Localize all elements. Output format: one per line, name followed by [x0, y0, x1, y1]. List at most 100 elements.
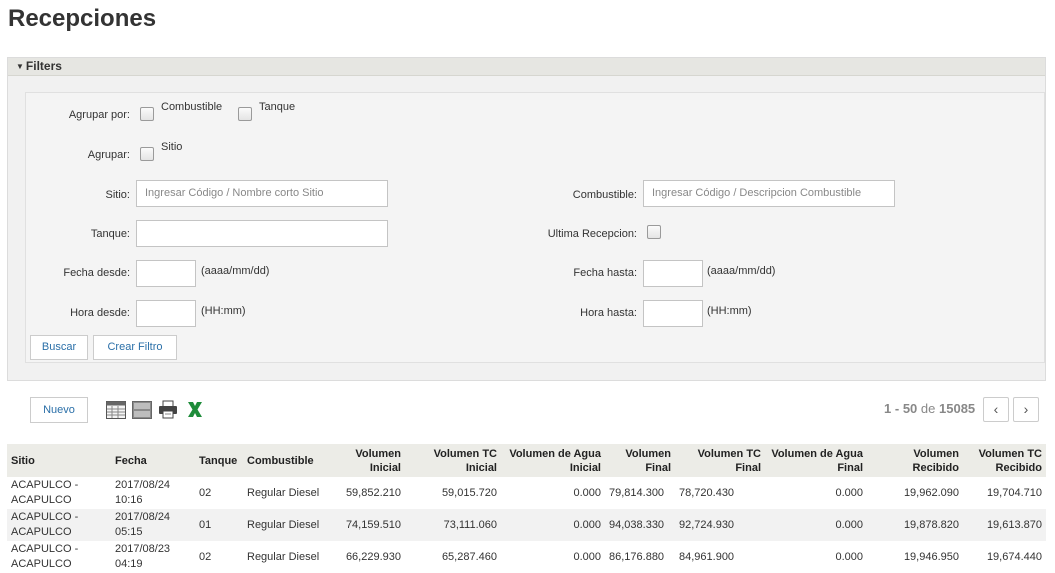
- volumen-inicial-cell: 74,159.510: [325, 509, 405, 541]
- ultima-recepcion-checkbox[interactable]: [647, 225, 661, 239]
- fecha-link[interactable]: 2017/08/24 10:16: [111, 477, 195, 509]
- volumen-agua-inicial-cell: 0.000: [501, 477, 605, 509]
- previous-page-button[interactable]: ‹: [983, 397, 1009, 422]
- volumen-tc-recibido-cell: 19,613.870: [963, 509, 1046, 541]
- recepciones-table: Sitio Fecha Tanque Combustible Volumen I…: [7, 444, 1046, 573]
- filters-form: Agrupar por: Combustible Tanque Agrupar:…: [25, 92, 1045, 363]
- agrupar-label: Agrupar:: [87, 149, 130, 161]
- volumen-recibido-cell: 19,878.820: [867, 509, 963, 541]
- volumen-final-cell: 94,038.330: [605, 509, 675, 541]
- column-header[interactable]: Volumen TC Recibido: [963, 444, 1046, 477]
- total-records: 15085: [939, 401, 976, 416]
- combustible-group-checkbox[interactable]: [140, 107, 154, 121]
- sitio-input[interactable]: Ingresar Código / Nombre corto Sitio: [136, 180, 388, 207]
- crear-filtro-button[interactable]: Crear Filtro: [93, 335, 177, 360]
- combustible-cell: Regular Diesel: [243, 541, 325, 573]
- volumen-tc-final-cell: 78,720.430: [675, 477, 765, 509]
- volumen-tc-inicial-cell: 59,015.720: [405, 477, 501, 509]
- volumen-final-cell: 79,814.300: [605, 477, 675, 509]
- fecha-hasta-input[interactable]: [643, 260, 703, 287]
- pagination-summary: 1 - 50 de 15085: [884, 401, 975, 416]
- column-header[interactable]: Volumen Inicial: [325, 444, 405, 477]
- list-view-icon[interactable]: [132, 401, 152, 419]
- nuevo-button[interactable]: Nuevo: [30, 397, 88, 423]
- column-header[interactable]: Combustible: [243, 444, 325, 477]
- combustible-input[interactable]: Ingresar Código / Descripcion Combustibl…: [643, 180, 895, 207]
- fecha-link[interactable]: 2017/08/24 05:15: [111, 509, 195, 541]
- filters-header-label: Filters: [25, 59, 62, 73]
- tanque-label: Tanque:: [90, 228, 130, 240]
- fecha-desde-input[interactable]: [136, 260, 196, 287]
- volumen-inicial-cell: 59,852.210: [325, 477, 405, 509]
- caret-down-icon: ▼: [16, 62, 24, 71]
- column-header[interactable]: Tanque: [195, 444, 243, 477]
- column-header[interactable]: Volumen TC Final: [675, 444, 765, 477]
- volumen-tc-final-cell: 92,724.930: [675, 509, 765, 541]
- filters-panel: ▼ Filters Agrupar por: Combustible Tanque…: [7, 57, 1046, 381]
- filters-toggle[interactable]: ▼ Filters: [8, 58, 1045, 76]
- volumen-agua-final-cell: 0.000: [765, 477, 867, 509]
- tanque-group-label: Tanque: [259, 101, 296, 113]
- column-header[interactable]: Volumen Recibido: [867, 444, 963, 477]
- volumen-tc-recibido-cell: 19,704.710: [963, 477, 1046, 509]
- buscar-button[interactable]: Buscar: [30, 335, 88, 360]
- tanque-cell: 01: [195, 509, 243, 541]
- volumen-agua-inicial-cell: 0.000: [501, 541, 605, 573]
- column-header[interactable]: Volumen Final: [605, 444, 675, 477]
- fecha-link[interactable]: 2017/08/23 04:19: [111, 541, 195, 573]
- table-row[interactable]: ACAPULCO - ACAPULCO 2017/08/24 10:16 02 …: [7, 477, 1046, 509]
- fecha-hasta-hint: (aaaa/mm/dd): [707, 265, 776, 277]
- tanque-cell: 02: [195, 541, 243, 573]
- volumen-recibido-cell: 19,962.090: [867, 477, 963, 509]
- sitio-label: Sitio:: [105, 189, 130, 201]
- hora-desde-hint: (HH:mm): [201, 305, 246, 317]
- volumen-agua-final-cell: 0.000: [765, 541, 867, 573]
- sitio-cell: ACAPULCO - ACAPULCO: [7, 509, 111, 541]
- volumen-tc-inicial-cell: 65,287.460: [405, 541, 501, 573]
- volumen-agua-inicial-cell: 0.000: [501, 509, 605, 541]
- volumen-agua-final-cell: 0.000: [765, 509, 867, 541]
- excel-icon[interactable]: [185, 400, 205, 418]
- combustible-cell: Regular Diesel: [243, 509, 325, 541]
- hora-hasta-label: Hora hasta:: [580, 307, 637, 319]
- sitio-cell: ACAPULCO - ACAPULCO: [7, 477, 111, 509]
- sitio-group-label: Sitio: [161, 141, 183, 153]
- column-header[interactable]: Fecha: [111, 444, 195, 477]
- tanque-input[interactable]: [136, 220, 388, 247]
- page-title: Recepciones: [8, 5, 157, 32]
- fecha-hasta-label: Fecha hasta:: [573, 267, 637, 279]
- fecha-desde-label: Fecha desde:: [63, 267, 130, 279]
- tanque-cell: 02: [195, 477, 243, 509]
- combustible-label: Combustible:: [572, 189, 637, 201]
- combustible-group-label: Combustible: [161, 101, 223, 113]
- volumen-inicial-cell: 66,229.930: [325, 541, 405, 573]
- hora-hasta-hint: (HH:mm): [707, 305, 752, 317]
- column-header[interactable]: Volumen de Agua Final: [765, 444, 867, 477]
- column-header[interactable]: Volumen de Agua Inicial: [501, 444, 605, 477]
- hora-desde-input[interactable]: [136, 300, 196, 327]
- grid-view-icon[interactable]: [106, 401, 126, 419]
- chevron-left-icon: ‹: [993, 401, 999, 417]
- page-range-start: 1: [884, 401, 892, 416]
- hora-hasta-input[interactable]: [643, 300, 703, 327]
- combustible-cell: Regular Diesel: [243, 477, 325, 509]
- hora-desde-label: Hora desde:: [70, 307, 130, 319]
- volumen-recibido-cell: 19,946.950: [867, 541, 963, 573]
- tanque-group-checkbox[interactable]: [238, 107, 252, 121]
- sitio-cell: ACAPULCO - ACAPULCO: [7, 541, 111, 573]
- fecha-desde-hint: (aaaa/mm/dd): [201, 265, 270, 277]
- sitio-group-checkbox[interactable]: [140, 147, 154, 161]
- page-range-end: 50: [902, 401, 918, 416]
- page-range-dash: -: [894, 401, 900, 416]
- chevron-right-icon: ›: [1023, 401, 1029, 417]
- column-header[interactable]: Sitio: [7, 444, 111, 477]
- page-of-label: de: [920, 401, 936, 416]
- column-header[interactable]: Volumen TC Inicial: [405, 444, 501, 477]
- print-icon[interactable]: [158, 400, 178, 419]
- table-row[interactable]: ACAPULCO - ACAPULCO 2017/08/23 04:19 02 …: [7, 541, 1046, 573]
- next-page-button[interactable]: ›: [1013, 397, 1039, 422]
- volumen-tc-recibido-cell: 19,674.440: [963, 541, 1046, 573]
- table-row[interactable]: ACAPULCO - ACAPULCO 2017/08/24 05:15 01 …: [7, 509, 1046, 541]
- volumen-tc-inicial-cell: 73,111.060: [405, 509, 501, 541]
- ultima-recepcion-label: Ultima Recepcion:: [547, 228, 637, 240]
